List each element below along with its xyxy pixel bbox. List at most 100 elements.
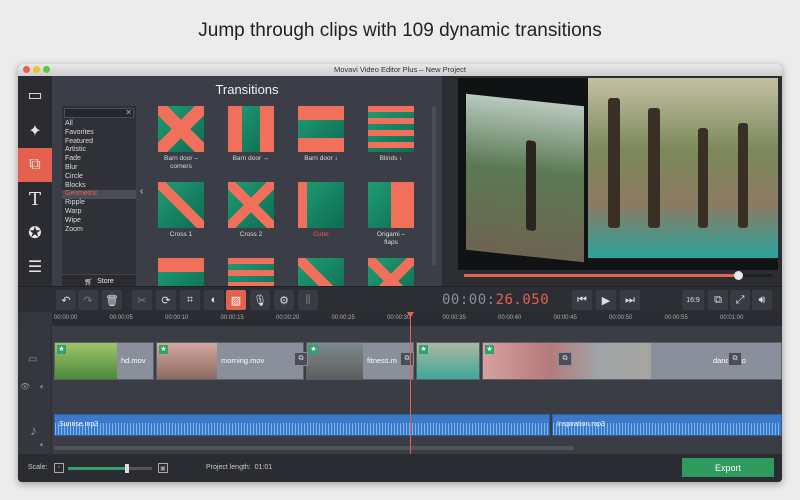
preview-scene-incoming bbox=[588, 78, 778, 258]
settings-button[interactable]: ⚙ bbox=[274, 290, 294, 310]
transitions-panel: Transitions ✕ All Favorites Featured Artist… bbox=[52, 76, 442, 291]
film-icon: ▭ bbox=[27, 87, 43, 104]
ruler-tick-label: 00:00:20 bbox=[276, 315, 300, 321]
transitions-tool-button[interactable]: ⧉ bbox=[18, 148, 52, 182]
ruler-tick-label: 00:00:15 bbox=[220, 315, 244, 321]
volume-button[interactable]: 🔊︎ bbox=[752, 290, 772, 310]
video-clip[interactable]: ★ hd.mov bbox=[54, 342, 154, 380]
skip-back-icon: ⏮ bbox=[577, 293, 587, 306]
transition-thumbnail bbox=[368, 182, 414, 228]
timeline-scrollbar[interactable] bbox=[54, 446, 574, 450]
video-clip[interactable]: ★ bbox=[416, 342, 480, 380]
rotate-button[interactable]: ⟳ bbox=[156, 290, 176, 310]
category-item[interactable]: Favorites bbox=[62, 129, 136, 138]
category-item[interactable]: Blocks bbox=[62, 182, 136, 191]
collapse-arrow-icon[interactable]: ‹ bbox=[140, 186, 143, 197]
transition-marker[interactable]: ⧉ bbox=[558, 352, 572, 366]
microphone-icon: 🎙︎ bbox=[253, 294, 267, 307]
category-search-input[interactable]: ✕ bbox=[64, 108, 134, 118]
image-icon: ▨ bbox=[230, 294, 242, 307]
category-items: All Favorites Featured Artistic Fade Blur Circ… bbox=[62, 120, 136, 234]
category-item[interactable]: Artistic bbox=[62, 146, 136, 155]
visibility-eye-icon[interactable]: 👁︎ bbox=[20, 382, 30, 391]
project-length: Project length: 01:01 bbox=[206, 464, 273, 471]
transition-tile[interactable] bbox=[220, 258, 282, 286]
category-item[interactable]: Ripple bbox=[62, 199, 136, 208]
transition-tile[interactable]: Barn door ↔ bbox=[220, 106, 282, 176]
transition-tile[interactable]: Barn door ↕ bbox=[290, 106, 352, 176]
import-tool-button[interactable]: ▭ bbox=[18, 78, 52, 112]
category-item[interactable]: Featured bbox=[62, 138, 136, 147]
zoom-out-icon[interactable]: ▫ bbox=[54, 463, 64, 473]
timeline-ruler[interactable]: 00:00:00 00:00:05 00:00:10 00:00:15 00:00:20… bbox=[52, 312, 782, 326]
zoom-in-icon[interactable]: ▣ bbox=[158, 463, 168, 473]
clip-name: hd.mov bbox=[121, 356, 146, 365]
aspect-ratio-button[interactable]: 16:9 bbox=[682, 290, 704, 310]
category-item[interactable]: Warp bbox=[62, 208, 136, 217]
transition-tile[interactable]: Cross 1 bbox=[150, 182, 212, 252]
ruler-tick-label: 00:00:10 bbox=[165, 315, 189, 321]
audio-clip[interactable]: Inspiration.mp3 bbox=[552, 414, 782, 436]
category-item[interactable]: Wipe bbox=[62, 217, 136, 226]
transition-tile[interactable]: Cross 2 bbox=[220, 182, 282, 252]
previous-frame-button[interactable]: ⏮ bbox=[572, 290, 592, 310]
audio-clip[interactable]: Sunrise.mp3 bbox=[54, 414, 550, 436]
scale-slider-knob[interactable] bbox=[124, 464, 129, 473]
playhead[interactable] bbox=[410, 314, 411, 454]
crop-icon: ⌗ bbox=[186, 293, 194, 306]
transition-label: Barn door – corners bbox=[164, 155, 198, 170]
panel-scrollbar[interactable] bbox=[432, 106, 436, 266]
skip-forward-icon: ⏭ bbox=[625, 293, 635, 306]
category-item[interactable]: Zoom bbox=[62, 226, 136, 235]
video-clip[interactable]: ★ fitness.m bbox=[306, 342, 414, 380]
transition-marker[interactable]: ⧉ bbox=[400, 352, 414, 366]
stickers-tool-button[interactable]: ✪ bbox=[18, 216, 52, 250]
category-item[interactable]: All bbox=[62, 120, 136, 129]
redo-button[interactable]: ↷ bbox=[78, 290, 98, 310]
undo-button[interactable]: ↶ bbox=[56, 290, 76, 310]
ruler-tick-label: 00:00:50 bbox=[609, 315, 633, 321]
transition-thumbnail bbox=[298, 182, 344, 228]
preview-progress-bar[interactable] bbox=[464, 271, 772, 280]
filters-tool-button[interactable]: ✦ bbox=[18, 114, 52, 148]
transition-marker[interactable]: ⧉ bbox=[294, 352, 308, 366]
clear-search-icon[interactable]: ✕ bbox=[125, 108, 132, 117]
transition-marker[interactable]: ⧉ bbox=[728, 352, 742, 366]
fullscreen-button[interactable]: ⤢ bbox=[730, 290, 750, 310]
clip-name: fitness.m bbox=[367, 356, 398, 365]
category-item[interactable]: Geometric bbox=[62, 190, 136, 200]
detach-preview-button[interactable]: ⧉ bbox=[708, 290, 728, 310]
export-button[interactable]: Export bbox=[682, 458, 774, 477]
transition-tile[interactable]: Blinds ↓ bbox=[360, 106, 422, 176]
audio-mute-icon[interactable]: 🔈︎ bbox=[40, 440, 45, 450]
titles-tool-button[interactable]: T bbox=[18, 182, 52, 216]
transition-tile[interactable] bbox=[290, 258, 352, 286]
scale-slider[interactable] bbox=[68, 464, 152, 473]
transition-tile[interactable]: Origami – flaps bbox=[360, 182, 422, 252]
crop-button[interactable]: ⌗ bbox=[180, 290, 200, 310]
category-item[interactable]: Fade bbox=[62, 155, 136, 164]
transition-tile[interactable]: Barn door – corners bbox=[150, 106, 212, 176]
transition-tile[interactable]: Cube bbox=[290, 182, 352, 252]
transition-label: Barn door ↕ bbox=[304, 155, 338, 162]
progress-knob[interactable] bbox=[734, 271, 744, 280]
video-clip[interactable]: ★ morning.mov bbox=[156, 342, 304, 380]
redo-icon: ↷ bbox=[83, 294, 93, 307]
cut-button[interactable]: ✂ bbox=[132, 290, 152, 310]
next-frame-button[interactable]: ⏭ bbox=[620, 290, 640, 310]
color-adjust-button[interactable]: ◐ bbox=[204, 290, 224, 310]
category-item[interactable]: Circle bbox=[62, 173, 136, 182]
delete-button[interactable]: 🗑︎ bbox=[102, 290, 122, 310]
equalizer-button[interactable]: ⫼ bbox=[298, 290, 318, 310]
more-tools-button[interactable]: ☰ bbox=[18, 250, 52, 284]
play-button[interactable]: ▶ bbox=[596, 290, 616, 310]
ruler-tick-label: 00:00:45 bbox=[553, 315, 577, 321]
image-button[interactable]: ▨ bbox=[226, 290, 246, 310]
record-audio-button[interactable]: 🎙︎ bbox=[250, 290, 270, 310]
video-mute-icon[interactable]: 🔈︎ bbox=[40, 382, 45, 392]
transition-tile[interactable] bbox=[360, 258, 422, 286]
transition-tile[interactable] bbox=[150, 258, 212, 286]
speaker-icon: 🔊︎ bbox=[758, 293, 766, 306]
category-item[interactable]: Blur bbox=[62, 164, 136, 173]
play-icon: ▶ bbox=[601, 294, 611, 307]
